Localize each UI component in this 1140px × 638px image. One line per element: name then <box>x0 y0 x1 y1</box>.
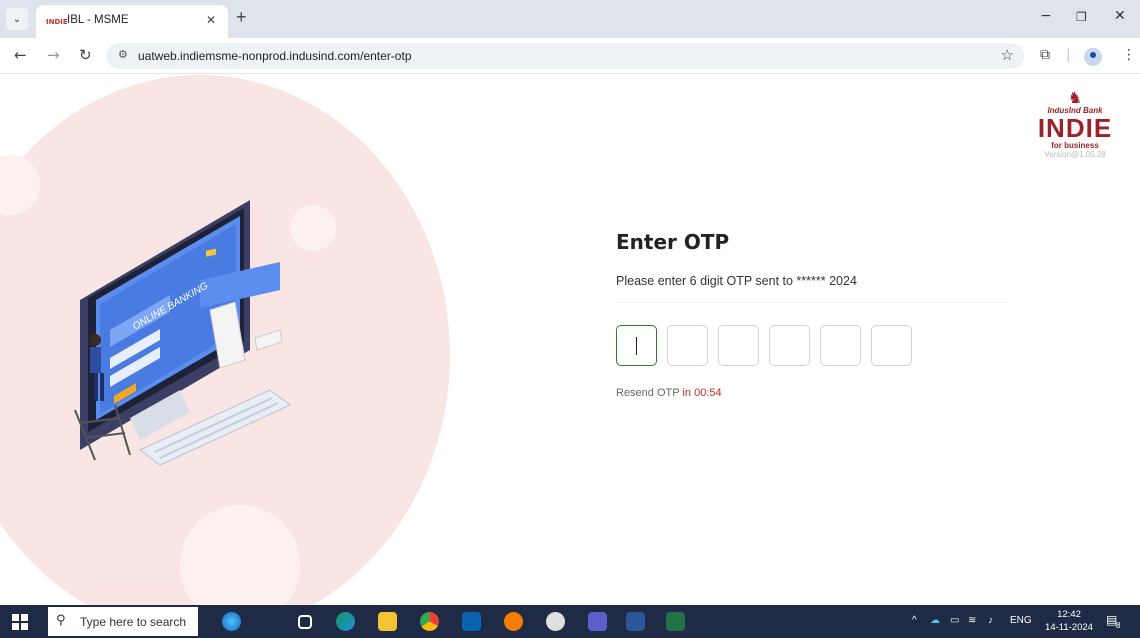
otp-digit-4[interactable] <box>769 325 810 366</box>
file-explorer-icon[interactable] <box>378 612 397 631</box>
indie-favicon-icon: INDIE <box>46 18 68 26</box>
toolbar-divider: | <box>1066 47 1071 63</box>
extensions-icon[interactable]: ⧉ <box>1040 47 1050 63</box>
resend-otp: Resend OTP in 00:54 <box>616 387 722 399</box>
online-banking-illustration: ONLINE BANKING <box>74 200 291 466</box>
resend-timer: in 00:54 <box>682 387 722 399</box>
bookmark-star-icon[interactable]: ☆ <box>1001 46 1014 64</box>
browser-menu-icon[interactable]: ⋮ <box>1122 47 1136 63</box>
close-window-icon[interactable]: ✕ <box>1114 8 1126 24</box>
clock-time: 12:42 <box>1057 609 1081 620</box>
browser-tab-bar: ⌄ INDIE IBL - MSME ✕ + − ❐ ✕ <box>0 0 1140 38</box>
address-bar[interactable]: ⚙ uatweb.indiemsme-nonprod.indusind.com/… <box>106 43 1024 69</box>
tab-title: IBL - MSME <box>67 14 129 26</box>
divider <box>616 302 1006 303</box>
teams-icon[interactable] <box>588 612 607 631</box>
new-tab-button[interactable]: + <box>236 7 247 28</box>
taskbar-search[interactable]: ⚲ Type here to search <box>48 607 198 636</box>
taskbar-search-placeholder: Type here to search <box>80 615 187 629</box>
otp-panel: Enter OTP Please enter 6 digit OTP sent … <box>616 230 1016 399</box>
wifi-icon[interactable]: ≋ <box>968 615 976 626</box>
resend-otp-label: Resend OTP <box>616 387 680 399</box>
profile-avatar-icon[interactable] <box>1084 48 1102 66</box>
bull-logo-icon: ♞ <box>1067 88 1083 107</box>
show-hidden-icons-icon[interactable]: ^ <box>912 615 917 626</box>
otp-digit-2[interactable] <box>667 325 708 366</box>
browser-tab[interactable]: INDIE IBL - MSME ✕ <box>36 5 228 38</box>
clock-date: 14-11-2024 <box>1045 622 1093 633</box>
windows-taskbar: ⚲ Type here to search ^ ☁ ▭ ≋ ♪ ENG 12:4… <box>0 605 1140 638</box>
back-arrow-icon[interactable]: ← <box>14 46 27 64</box>
otp-digit-6[interactable] <box>871 325 912 366</box>
edge-browser-icon[interactable] <box>336 612 355 631</box>
page-title: Enter OTP <box>616 230 730 254</box>
reload-icon[interactable]: ↻ <box>79 46 92 64</box>
tab-search-button[interactable]: ⌄ <box>6 8 28 30</box>
onedrive-icon[interactable]: ☁ <box>930 615 940 626</box>
close-tab-icon[interactable]: ✕ <box>206 13 216 27</box>
word-icon[interactable] <box>626 612 645 631</box>
otp-digit-3[interactable] <box>718 325 759 366</box>
otp-digit-1[interactable] <box>616 325 657 366</box>
weather-widget-icon[interactable] <box>222 612 241 631</box>
logo-brand: INDIE <box>1037 113 1113 143</box>
excel-icon[interactable] <box>666 612 685 631</box>
minimize-icon[interactable]: − <box>1040 8 1052 24</box>
notification-count: 8 <box>1116 621 1121 630</box>
page-content: ONLINE BANKING ♞ IndusInd Bank INDIE for… <box>0 75 1140 605</box>
app-icon[interactable] <box>546 612 565 631</box>
app-icon[interactable] <box>504 612 523 631</box>
volume-icon[interactable]: ♪ <box>988 615 993 626</box>
input-language[interactable]: ENG <box>1010 615 1032 626</box>
restore-icon[interactable]: ❐ <box>1076 10 1087 24</box>
chevron-down-icon: ⌄ <box>12 13 22 25</box>
windows-start-icon[interactable] <box>12 614 28 630</box>
battery-icon[interactable]: ▭ <box>950 615 959 626</box>
app-version: Version@1.05.28 <box>1044 150 1106 159</box>
url-text[interactable]: uatweb.indiemsme-nonprod.indusind.com/en… <box>138 49 412 63</box>
browser-toolbar: ← → ↻ ⚙ uatweb.indiemsme-nonprod.indusin… <box>0 38 1140 74</box>
site-info-icon[interactable]: ⚙ <box>118 48 128 61</box>
taskbar-clock[interactable]: 12:42 14-11-2024 <box>1044 608 1094 634</box>
indusind-indie-logo: ♞ IndusInd Bank INDIE for business Versi… <box>1030 88 1120 160</box>
outlook-icon[interactable] <box>462 612 481 631</box>
search-icon: ⚲ <box>56 613 66 628</box>
chrome-icon[interactable] <box>420 612 439 631</box>
otp-digit-5[interactable] <box>820 325 861 366</box>
otp-input-group <box>616 325 912 366</box>
task-view-icon[interactable] <box>298 615 312 629</box>
forward-arrow-icon[interactable]: → <box>47 46 60 64</box>
otp-instructions: Please enter 6 digit OTP sent to ****** … <box>616 274 857 288</box>
